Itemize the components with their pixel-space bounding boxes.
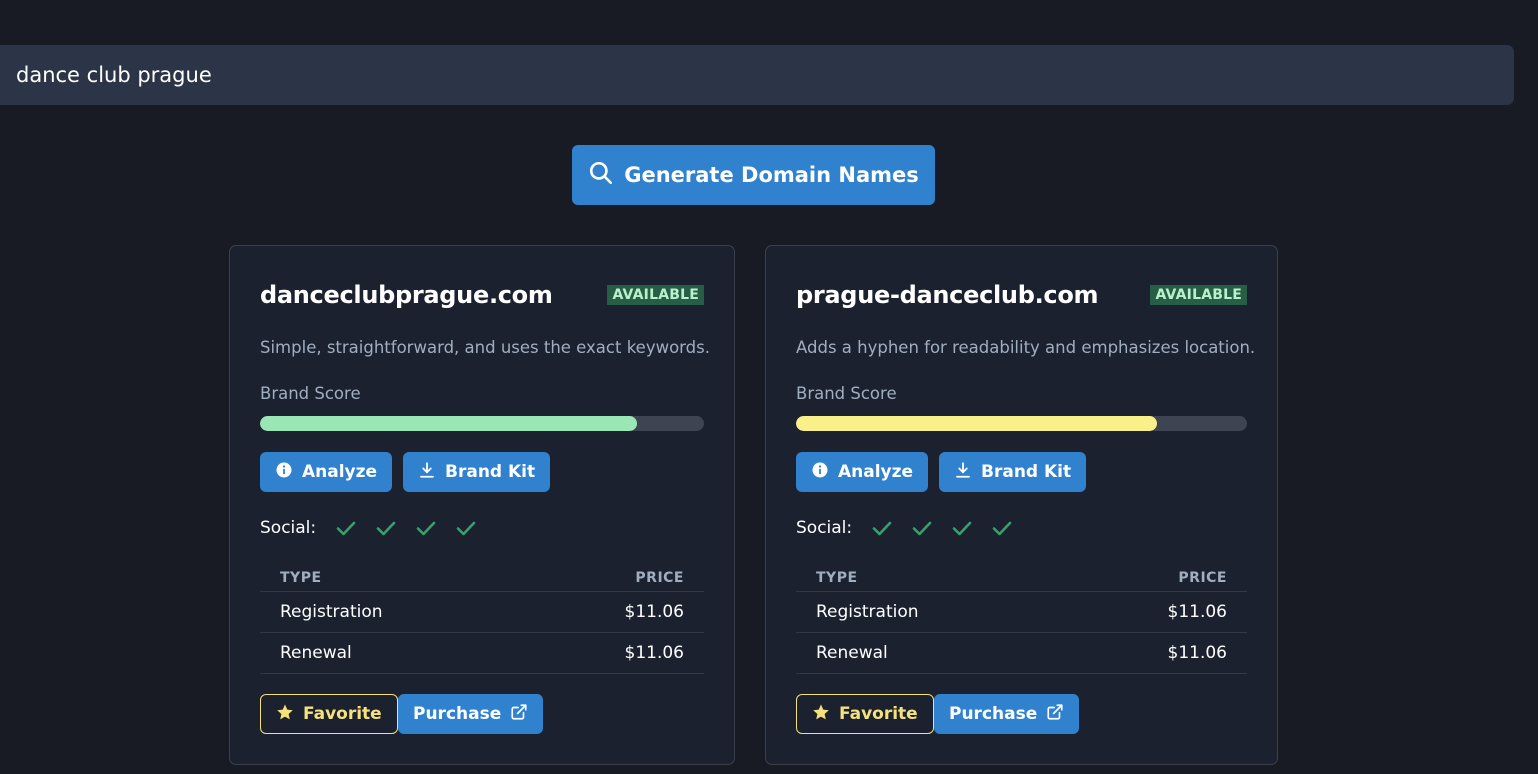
column-header-type: TYPE xyxy=(816,569,858,586)
brand-kit-button[interactable]: Brand Kit xyxy=(403,452,551,492)
column-header-price: PRICE xyxy=(1178,569,1227,586)
check-icon xyxy=(376,521,396,536)
table-row: Registration $11.06 xyxy=(796,592,1247,633)
check-icon xyxy=(336,521,356,536)
analyze-button[interactable]: Analyze xyxy=(796,452,929,492)
search-icon xyxy=(588,160,614,191)
brand-kit-label: Brand Kit xyxy=(981,462,1072,482)
external-link-icon xyxy=(510,703,528,726)
row-price: $11.06 xyxy=(1167,602,1227,622)
favorite-label: Favorite xyxy=(839,704,918,724)
star-icon xyxy=(812,703,830,726)
domain-card: prague-danceclub.com AVAILABLE Adds a hy… xyxy=(765,245,1278,765)
row-price: $11.06 xyxy=(1167,643,1227,663)
purchase-button[interactable]: Purchase xyxy=(934,694,1080,734)
external-link-icon xyxy=(1046,703,1064,726)
social-label: Social: xyxy=(260,518,317,538)
table-row: Renewal $11.06 xyxy=(796,633,1247,674)
social-availability: Social: xyxy=(796,516,1030,540)
domain-name: prague-danceclub.com xyxy=(796,281,1099,309)
check-icon xyxy=(992,521,1012,536)
status-badge: AVAILABLE xyxy=(607,285,704,305)
favorite-button[interactable]: Favorite xyxy=(796,694,934,734)
search-input[interactable] xyxy=(16,63,1514,87)
social-label: Social: xyxy=(796,518,853,538)
analyze-label: Analyze xyxy=(838,462,914,482)
brand-kit-button[interactable]: Brand Kit xyxy=(939,452,1087,492)
brand-score-label: Brand Score xyxy=(796,384,897,403)
purchase-button[interactable]: Purchase xyxy=(398,694,544,734)
purchase-label: Purchase xyxy=(413,704,502,724)
domain-card: danceclubprague.com AVAILABLE Simple, st… xyxy=(229,245,735,765)
domain-name: danceclubprague.com xyxy=(260,281,553,309)
favorite-button[interactable]: Favorite xyxy=(260,694,398,734)
check-icon xyxy=(456,521,476,536)
check-icon xyxy=(912,521,932,536)
check-icon xyxy=(952,521,972,536)
analyze-button[interactable]: Analyze xyxy=(260,452,393,492)
brand-kit-label: Brand Kit xyxy=(445,462,536,482)
download-icon xyxy=(954,461,972,484)
info-icon xyxy=(275,461,293,484)
row-type: Renewal xyxy=(816,643,888,663)
price-table: TYPE PRICE Registration $11.06 Renewal $… xyxy=(796,564,1247,674)
table-header: TYPE PRICE xyxy=(260,564,704,592)
row-type: Registration xyxy=(280,602,383,622)
status-badge: AVAILABLE xyxy=(1150,285,1247,305)
analyze-label: Analyze xyxy=(302,462,378,482)
column-header-type: TYPE xyxy=(280,569,322,586)
brand-score-label: Brand Score xyxy=(260,384,361,403)
row-price: $11.06 xyxy=(624,643,684,663)
domain-description: Adds a hyphen for readability and emphas… xyxy=(796,338,1256,357)
star-icon xyxy=(276,703,294,726)
generate-domain-names-button[interactable]: Generate Domain Names xyxy=(572,145,935,205)
brand-score-fill xyxy=(260,416,638,431)
info-icon xyxy=(811,461,829,484)
row-type: Registration xyxy=(816,602,919,622)
check-icon xyxy=(872,521,892,536)
generate-button-label: Generate Domain Names xyxy=(624,163,919,187)
favorite-label: Favorite xyxy=(303,704,382,724)
search-bar[interactable] xyxy=(0,45,1514,105)
brand-score-bar xyxy=(260,416,704,431)
download-icon xyxy=(418,461,436,484)
column-header-price: PRICE xyxy=(635,569,684,586)
table-row: Registration $11.06 xyxy=(260,592,704,633)
row-price: $11.06 xyxy=(624,602,684,622)
brand-score-fill xyxy=(796,416,1157,431)
row-type: Renewal xyxy=(280,643,352,663)
table-row: Renewal $11.06 xyxy=(260,633,704,674)
social-availability: Social: xyxy=(260,516,494,540)
purchase-label: Purchase xyxy=(949,704,1038,724)
check-icon xyxy=(416,521,436,536)
table-header: TYPE PRICE xyxy=(796,564,1247,592)
brand-score-bar xyxy=(796,416,1247,431)
price-table: TYPE PRICE Registration $11.06 Renewal $… xyxy=(260,564,704,674)
domain-description: Simple, straightforward, and uses the ex… xyxy=(260,338,710,357)
